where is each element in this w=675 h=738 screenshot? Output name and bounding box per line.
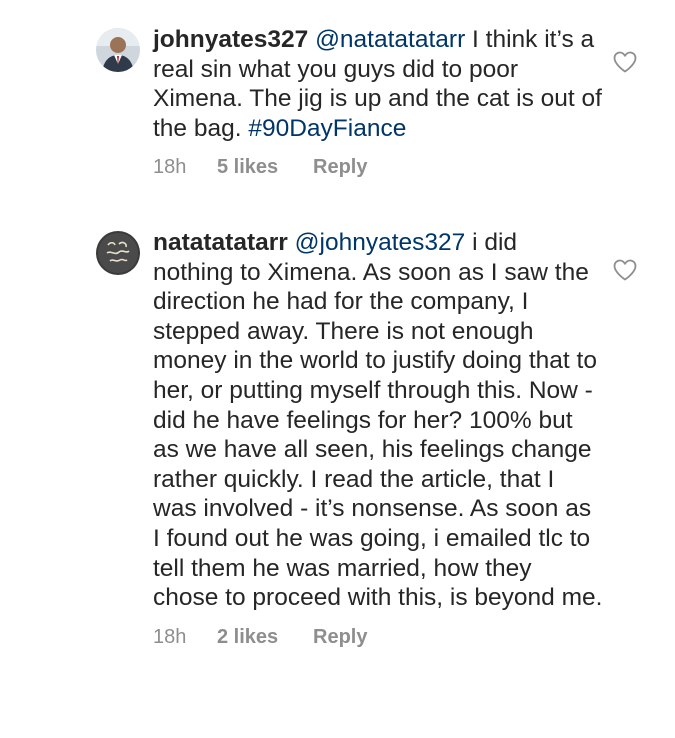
heart-outline-icon [613, 51, 637, 73]
comment-message: i did nothing to Ximena. As soon as I sa… [153, 229, 603, 612]
like-button[interactable] [612, 50, 638, 74]
avatar[interactable] [96, 28, 140, 72]
reply-button[interactable]: Reply [313, 625, 367, 649]
comment-time: 18h [153, 625, 187, 648]
profile-photo-icon [96, 231, 140, 275]
comment-username[interactable]: johnyates327 [153, 26, 308, 53]
comment-likes[interactable]: 2 likes [217, 625, 313, 649]
like-button[interactable] [612, 258, 638, 282]
avatar[interactable] [96, 231, 140, 275]
comment-meta: 18h 2 likes Reply [153, 625, 603, 649]
heart-outline-icon [613, 259, 637, 281]
comment-mention[interactable]: @johnyates327 [295, 229, 466, 256]
comment-body: natatatatarr @johnyates327 i did nothing… [153, 228, 603, 649]
comment-mention[interactable]: @natatatatarr [315, 26, 465, 53]
reply-button[interactable]: Reply [313, 155, 367, 179]
comment-text: natatatatarr @johnyates327 i did nothing… [153, 228, 603, 613]
comment-text: johnyates327 @natatatatarr I think it’s … [153, 25, 603, 143]
comment-body: johnyates327 @natatatatarr I think it’s … [153, 25, 603, 179]
profile-photo-icon [96, 28, 140, 72]
comment-time: 18h [153, 156, 187, 179]
comment-meta: 18h 5 likes Reply [153, 155, 603, 179]
comment-username[interactable]: natatatatarr [153, 229, 288, 256]
comment-likes[interactable]: 5 likes [217, 155, 313, 179]
comment-hashtag[interactable]: #90DayFiance [248, 115, 406, 142]
